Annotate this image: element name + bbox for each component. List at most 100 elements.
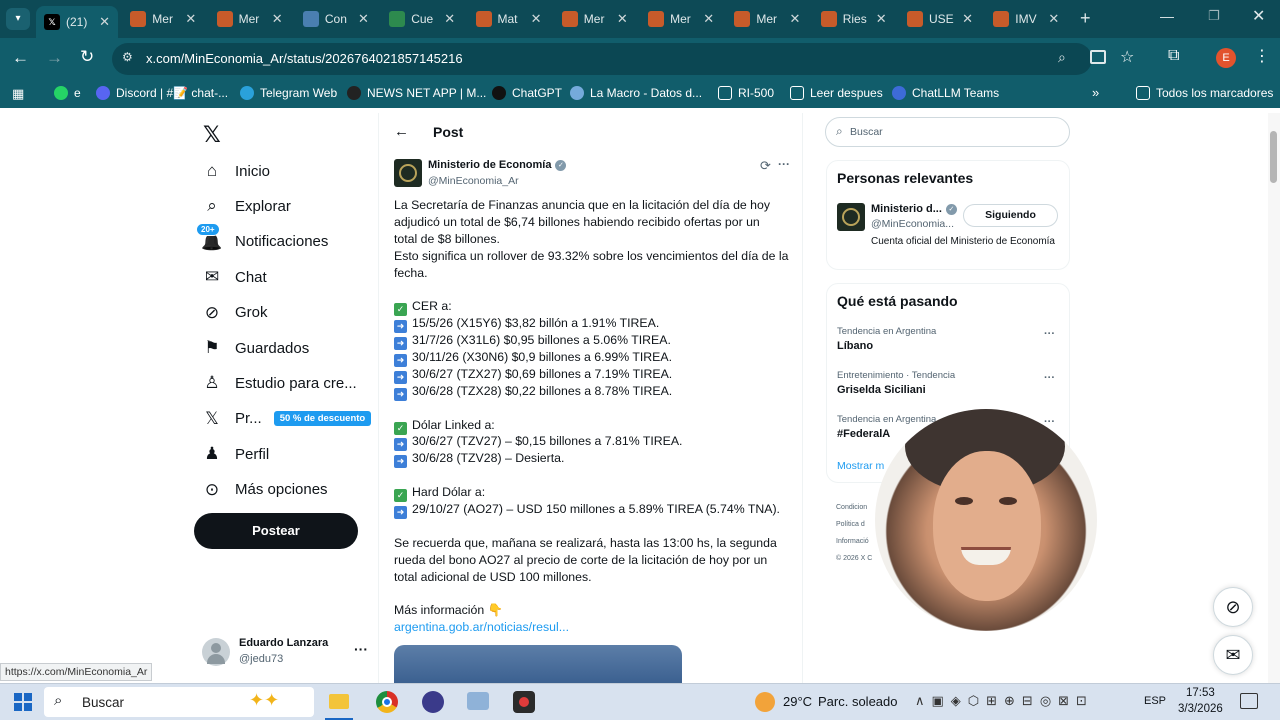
author-avatar[interactable]	[394, 159, 422, 187]
bookmarks-overflow-icon[interactable]: »	[1092, 85, 1099, 100]
author-avatar[interactable]	[837, 203, 865, 231]
bookmark-star-icon[interactable]: ☆	[1120, 47, 1134, 67]
new-tab-button[interactable]: +	[1080, 8, 1091, 29]
author-handle[interactable]: @MinEconomia_Ar	[428, 175, 519, 187]
bookmark-item[interactable]: e	[54, 86, 81, 100]
show-more-link[interactable]: Mostrar m	[837, 460, 884, 472]
nav-item-3[interactable]: ✉ Chat	[202, 267, 267, 287]
close-tab-icon[interactable]: ✕	[185, 11, 196, 27]
nav-item-6[interactable]: ♙ Estudio para cre...	[202, 373, 356, 393]
extensions-icon[interactable]: ⧉	[1168, 47, 1179, 65]
nav-item-1[interactable]: ⌕ Explorar	[202, 196, 291, 216]
following-button[interactable]: Siguiendo	[963, 204, 1058, 227]
file-explorer-icon[interactable]	[329, 694, 349, 709]
windows-start-icon[interactable]	[14, 693, 32, 711]
close-tab-icon[interactable]: ✕	[617, 11, 628, 27]
bookmark-item[interactable]: Discord | #📝 chat-...	[96, 86, 228, 100]
tray-icons[interactable]: ∧▣◈⬡⊞⊕⊟◎⊠⊡	[915, 693, 1094, 709]
tab-search-button[interactable]: ▾	[6, 8, 30, 30]
footer-link[interactable]: © 2026 X C	[836, 550, 872, 567]
browser-tab[interactable]: Mer ✕	[209, 6, 291, 32]
clock-time[interactable]: 17:53	[1186, 687, 1215, 699]
all-bookmarks-folder[interactable]: Todos los marcadores	[1136, 86, 1273, 100]
grok-float-button[interactable]: ⊘	[1213, 587, 1253, 627]
bookmark-item[interactable]: ChatLLM Teams	[892, 86, 999, 100]
close-window-button[interactable]: ✕	[1252, 6, 1265, 26]
close-tab-icon[interactable]: ✕	[789, 11, 800, 27]
trend-item[interactable]: Tendencia en Argentina Líbano ···	[837, 326, 1061, 364]
site-info-icon[interactable]: ⚙	[122, 50, 133, 64]
install-icon[interactable]	[1090, 50, 1106, 64]
browser-tab[interactable]: Mer ✕	[640, 6, 722, 32]
apps-grid-icon[interactable]: ▦	[12, 86, 24, 102]
browser-tab[interactable]: Mat ✕	[468, 6, 550, 32]
close-tab-icon[interactable]: ✕	[1048, 11, 1059, 27]
footer-link[interactable]: Condicion	[836, 499, 872, 516]
zoom-icon[interactable]: ⌕	[1058, 49, 1066, 66]
close-tab-icon[interactable]: ✕	[444, 11, 455, 27]
bookmark-item[interactable]: ChatGPT	[492, 86, 562, 100]
relevant-name-row[interactable]: Ministerio d... ✓	[871, 203, 957, 215]
scrollbar-track[interactable]	[1268, 113, 1280, 683]
browser-tab[interactable]: Mer ✕	[554, 6, 636, 32]
x-logo-icon[interactable]: 𝕏	[203, 122, 221, 148]
close-tab-icon[interactable]: ✕	[358, 11, 369, 27]
nav-item-9[interactable]: ⊙ Más opciones	[202, 480, 328, 500]
browser-tab[interactable]: Mer ✕	[122, 6, 204, 32]
photos-icon[interactable]	[467, 692, 489, 710]
nav-item-0[interactable]: ⌂ Inicio	[202, 161, 270, 181]
relevant-handle[interactable]: @MinEconomia...	[871, 218, 954, 230]
bookmark-item[interactable]: Leer despues	[790, 86, 883, 100]
messages-float-button[interactable]: ✉	[1213, 635, 1253, 675]
nav-item-5[interactable]: ⚑ Guardados	[202, 338, 309, 358]
footer-link[interactable]: Política d	[836, 516, 872, 533]
trend-item[interactable]: Entretenimiento · Tendencia Griselda Sici…	[837, 370, 1061, 408]
language-indicator[interactable]: ESP	[1144, 695, 1166, 707]
search-input[interactable]: ⌕ Buscar	[825, 117, 1070, 147]
minimize-button[interactable]: —	[1160, 8, 1174, 24]
weather-text[interactable]: Parc. soleado	[818, 694, 898, 709]
nav-item-2[interactable]: 🔔 Notificaciones 20+	[196, 222, 328, 252]
url-text[interactable]: x.com/MinEconomia_Ar/status/202676402185…	[146, 51, 463, 66]
browser-tab[interactable]: IMV ✕	[985, 6, 1067, 32]
browser-tab[interactable]: Cue ✕	[381, 6, 463, 32]
browser-tab[interactable]: Mer ✕	[726, 6, 808, 32]
reload-icon[interactable]: ↻	[80, 47, 94, 67]
forward-arrow-icon[interactable]: →	[46, 48, 63, 68]
close-tab-icon[interactable]: ✕	[703, 11, 714, 27]
bookmark-item[interactable]: RI-500	[718, 86, 774, 100]
scrollbar-thumb[interactable]	[1270, 131, 1277, 183]
browser-tab[interactable]: 𝕏 (21) ✕	[36, 6, 118, 38]
author-name-row[interactable]: Ministerio de Economía ✓	[428, 159, 567, 171]
grok-icon[interactable]: ⟳	[760, 158, 771, 174]
weather-temp[interactable]: 29°C	[783, 694, 812, 709]
address-bar[interactable]: ⚙ x.com/MinEconomia_Ar/status/2026764021…	[112, 43, 1092, 75]
more-icon[interactable]: ···	[1044, 372, 1055, 384]
more-icon[interactable]: ···	[778, 157, 790, 171]
close-tab-icon[interactable]: ✕	[531, 11, 542, 27]
clock-date[interactable]: 3/3/2026	[1178, 703, 1223, 715]
post-link[interactable]: argentina.gob.ar/noticias/resul...	[394, 620, 569, 634]
bookmark-item[interactable]: La Macro - Datos d...	[570, 86, 702, 100]
taskbar-search[interactable]: ⌕ Buscar ✦✦	[44, 687, 314, 717]
browser-tab[interactable]: Ries ✕	[813, 6, 895, 32]
relevant-name[interactable]: Ministerio d...	[871, 203, 942, 215]
account-switcher[interactable]: Eduardo Lanzara @jedu73 ···	[200, 633, 375, 673]
app-icon[interactable]	[422, 691, 444, 713]
more-icon[interactable]: ···	[1044, 328, 1055, 340]
close-tab-icon[interactable]: ✕	[876, 11, 887, 27]
chrome-icon[interactable]	[376, 691, 398, 713]
bookmark-item[interactable]: Telegram Web	[240, 86, 337, 100]
close-tab-icon[interactable]: ✕	[99, 14, 110, 30]
bookmark-item[interactable]: NEWS NET APP | M...	[347, 86, 486, 100]
close-tab-icon[interactable]: ✕	[272, 11, 283, 27]
post-button[interactable]: Postear	[194, 513, 358, 549]
nav-item-4[interactable]: ⊘ Grok	[202, 303, 268, 323]
browser-tab[interactable]: USE ✕	[899, 6, 981, 32]
back-arrow-icon[interactable]: ←	[394, 123, 409, 140]
weather-icon[interactable]	[755, 692, 775, 712]
footer-link[interactable]: Informació	[836, 533, 872, 550]
back-arrow-icon[interactable]: ←	[12, 48, 29, 68]
post-image[interactable]	[394, 645, 682, 683]
notification-icon[interactable]	[1240, 693, 1258, 709]
